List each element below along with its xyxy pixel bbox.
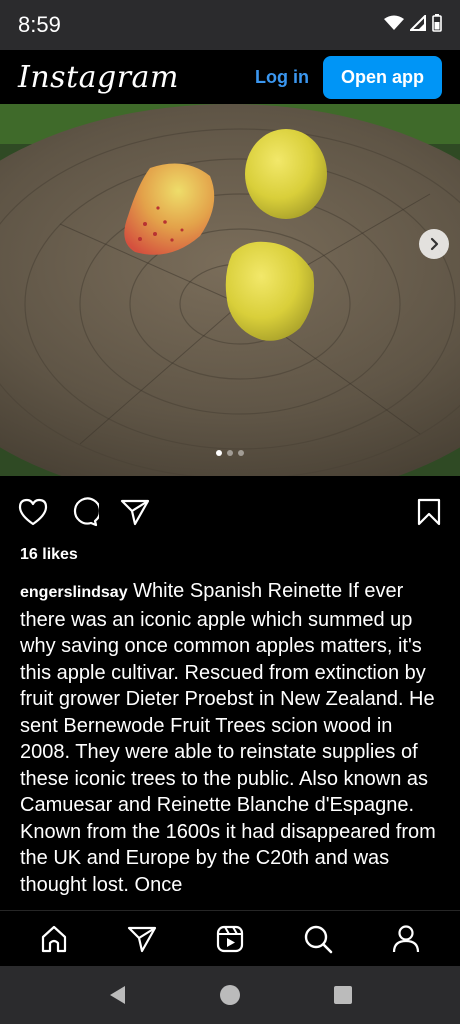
android-nav-bar [0,966,460,1024]
carousel-dot [227,450,233,456]
like-icon[interactable] [18,498,48,526]
carousel-dot [238,450,244,456]
header-actions: Log in Open app [255,55,442,99]
status-icons [384,13,442,37]
login-link[interactable]: Log in [255,67,309,88]
home-circle-icon[interactable] [219,984,241,1006]
open-app-button[interactable]: Open app [322,55,442,99]
instagram-logo[interactable]: Instagram [18,60,179,95]
direct-icon[interactable] [127,925,157,953]
profile-icon[interactable] [391,924,421,954]
battery-icon [432,13,442,37]
save-icon[interactable] [416,498,442,526]
reels-icon[interactable] [215,924,245,954]
carousel-dot [216,450,222,456]
caption-text: White Spanish Reinette If ever there was… [20,580,436,896]
status-time: 8:59 [18,12,61,37]
post-image[interactable] [0,104,460,476]
post-caption: engerslindsay White Spanish Reinette If … [20,578,444,910]
post-actions [18,494,442,530]
back-icon[interactable] [107,984,127,1006]
carousel-dots [0,450,460,456]
wifi-icon [384,15,404,36]
recents-icon[interactable] [333,985,353,1005]
comment-icon[interactable] [69,497,99,527]
caption-username[interactable]: engerslindsay [20,584,128,601]
signal-icon [408,13,426,36]
carousel-next-button[interactable] [419,229,449,259]
home-icon[interactable] [39,924,69,954]
app-header: Instagram Log in Open app [0,50,460,104]
share-icon[interactable] [120,498,150,526]
bottom-nav [0,910,460,966]
apples-photo [0,104,460,476]
chevron-right-icon [430,237,439,251]
status-bar: 8:59 [0,0,460,50]
likes-count[interactable]: 16 likes [20,546,78,564]
search-icon[interactable] [303,924,333,954]
